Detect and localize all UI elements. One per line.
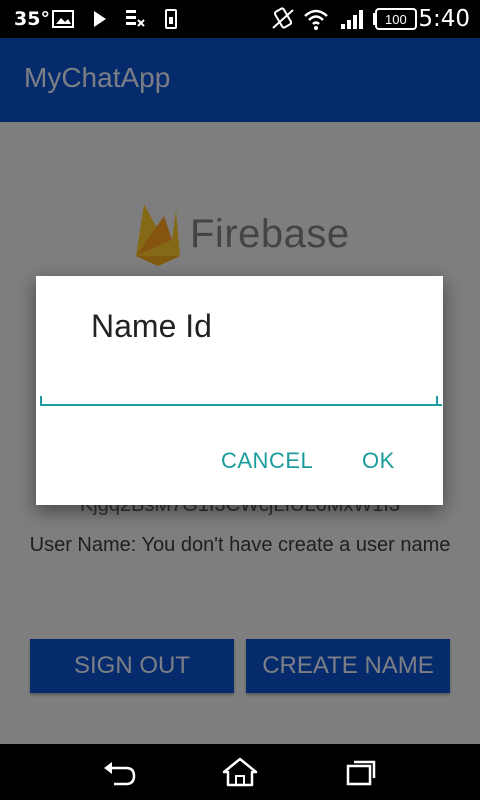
play-icon: [94, 11, 106, 27]
signal-icon: [341, 10, 363, 29]
image-icon: [52, 10, 74, 28]
cancel-button[interactable]: CANCEL: [221, 448, 313, 474]
battery-level-text: 100: [385, 11, 407, 27]
battery-icon: 100: [372, 0, 417, 38]
name-id-input[interactable]: [40, 362, 442, 406]
navigation-bar: [0, 744, 480, 800]
dialog-title: Name Id: [91, 308, 212, 344]
name-id-dialog: Name Id CANCEL OK: [36, 276, 443, 505]
notification-list-icon: [126, 10, 145, 27]
input-underline-right-tick: [436, 396, 438, 404]
temperature-text: 35°: [14, 8, 50, 30]
home-icon[interactable]: [220, 756, 260, 788]
status-bar: 35° 100 5:40: [0, 0, 480, 38]
vibrate-icon: [272, 7, 294, 29]
device-icon: [165, 9, 177, 29]
input-underline-left-tick: [40, 396, 42, 404]
ok-button[interactable]: OK: [362, 448, 395, 474]
recent-apps-icon[interactable]: [342, 756, 382, 788]
wifi-icon: [304, 9, 328, 30]
clock-text: 5:40: [418, 6, 470, 32]
back-icon[interactable]: [100, 756, 140, 788]
